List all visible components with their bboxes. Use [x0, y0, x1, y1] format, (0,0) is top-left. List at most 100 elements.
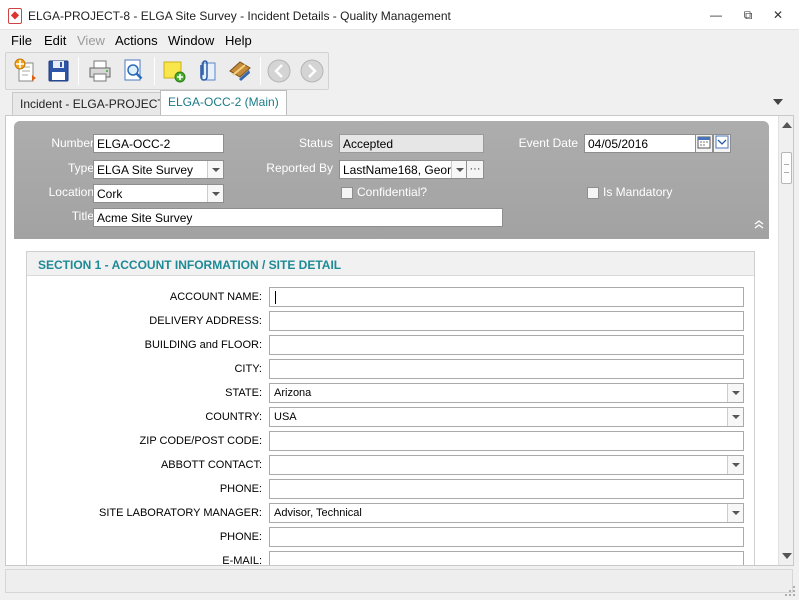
confidential-checkbox[interactable] — [341, 187, 353, 199]
zip-code-input[interactable] — [269, 431, 744, 451]
menu-actions[interactable]: Actions — [115, 33, 158, 48]
manager-phone-input[interactable] — [269, 527, 744, 547]
menu-help[interactable]: Help — [225, 33, 252, 48]
state-chevron-down-icon[interactable] — [727, 384, 743, 402]
event-date-field[interactable]: 04/05/2016 — [584, 134, 697, 153]
menu-edit[interactable]: Edit — [44, 33, 66, 48]
country-select[interactable]: USA — [269, 407, 744, 427]
account-name-input[interactable] — [269, 287, 744, 307]
edit-icon[interactable] — [225, 57, 255, 85]
menu-file[interactable]: File — [11, 33, 32, 48]
reported-by-select[interactable]: LastName168, George — [339, 160, 468, 179]
location-select[interactable]: Cork — [93, 184, 224, 203]
title-label: Title — [71, 209, 94, 223]
mandatory-label: Is Mandatory — [603, 185, 673, 199]
close-button[interactable]: ✕ — [767, 6, 789, 24]
number-label: Number — [51, 136, 94, 150]
back-icon[interactable] — [264, 57, 294, 85]
phone-label: PHONE: — [219, 483, 262, 495]
print-preview-icon[interactable] — [118, 57, 148, 85]
type-chevron-down-icon[interactable] — [207, 161, 223, 178]
toolbar — [5, 52, 329, 90]
building-floor-input[interactable] — [269, 335, 744, 355]
status-panel — [5, 569, 793, 593]
delivery-address-label: DELIVERY ADDRESS: — [149, 315, 262, 327]
location-chevron-down-icon[interactable] — [207, 185, 223, 202]
app-icon: ◆ — [8, 8, 22, 24]
location-value: Cork — [97, 187, 123, 201]
reported-by-label: Reported By — [266, 161, 333, 175]
forward-icon[interactable] — [297, 57, 327, 85]
vertical-scrollbar[interactable] — [778, 116, 793, 565]
reported-by-value: LastName168, George — [343, 163, 465, 177]
tab-occurrence-main[interactable]: ELGA-OCC-2 (Main) — [160, 90, 287, 116]
email-label: E-MAIL: — [222, 555, 262, 566]
phone-input[interactable] — [269, 479, 744, 499]
window-title: ELGA-PROJECT-8 - ELGA Site Survey - Inci… — [28, 9, 451, 23]
menu-window[interactable]: Window — [168, 33, 214, 48]
site-lab-manager-chevron-down-icon[interactable] — [727, 504, 743, 522]
incident-header-panel: Number ELGA-OCC-2 Status Accepted Event … — [14, 121, 769, 239]
state-label: STATE: — [225, 387, 262, 399]
site-lab-manager-value: Advisor, Technical — [274, 507, 362, 519]
print-icon[interactable] — [85, 57, 115, 85]
minimize-button[interactable]: — — [705, 6, 727, 24]
resize-grip-icon[interactable] — [784, 585, 796, 597]
confidential-label: Confidential? — [357, 185, 428, 199]
delivery-address-input[interactable] — [269, 311, 744, 331]
collapse-chevron-up-icon[interactable] — [753, 218, 765, 230]
location-label: Location — [48, 185, 94, 199]
country-chevron-down-icon[interactable] — [727, 408, 743, 426]
email-input[interactable] — [269, 551, 744, 565]
status-bar — [0, 566, 799, 600]
menu-bar: File Edit View Actions Window Help — [0, 30, 799, 52]
abbott-contact-chevron-down-icon[interactable] — [727, 456, 743, 474]
clear-date-icon[interactable] — [713, 134, 731, 153]
text-cursor — [275, 291, 276, 304]
scroll-thumb[interactable] — [781, 152, 792, 184]
menu-view[interactable]: View — [77, 33, 105, 48]
restore-button[interactable]: ⧉ — [737, 6, 759, 24]
mandatory-checkbox[interactable] — [587, 187, 599, 199]
site-lab-manager-label: SITE LABORATORY MANAGER: — [98, 507, 262, 519]
event-date-label: Event Date — [518, 136, 578, 150]
state-value: Arizona — [274, 387, 312, 399]
scroll-up-icon[interactable] — [782, 122, 792, 128]
abbott-contact-label: ABBOTT CONTACT: — [160, 459, 262, 471]
type-label: Type — [67, 161, 94, 175]
reported-by-lookup-button[interactable]: ··· — [466, 160, 484, 179]
type-value: ELGA Site Survey — [97, 163, 194, 177]
title-field[interactable]: Acme Site Survey — [93, 208, 503, 227]
manager-phone-label: PHONE: — [219, 531, 262, 543]
calendar-icon[interactable] — [695, 134, 713, 153]
section-header: SECTION 1 - ACCOUNT INFORMATION / SITE D… — [27, 252, 754, 276]
city-label: CITY: — [234, 363, 262, 375]
content-area: Number ELGA-OCC-2 Status Accepted Event … — [5, 115, 794, 566]
abbott-contact-select[interactable] — [269, 455, 744, 475]
zip-code-label: ZIP CODE/POST CODE: — [139, 435, 262, 447]
status-label: Status — [298, 136, 333, 150]
section-account-information: SECTION 1 - ACCOUNT INFORMATION / SITE D… — [26, 251, 755, 566]
account-name-label: ACCOUNT NAME: — [169, 291, 262, 303]
attach-icon[interactable] — [192, 57, 222, 85]
state-select[interactable]: Arizona — [269, 383, 744, 403]
add-note-icon[interactable] — [159, 57, 189, 85]
number-field[interactable]: ELGA-OCC-2 — [93, 134, 224, 153]
tab-strip: Incident - ELGA-PROJECT-8 ELGA-OCC-2 (Ma… — [0, 90, 799, 116]
scroll-down-icon[interactable] — [782, 553, 792, 559]
type-select[interactable]: ELGA Site Survey — [93, 160, 224, 179]
section-title: SECTION 1 - ACCOUNT INFORMATION / SITE D… — [38, 258, 342, 272]
save-icon[interactable] — [43, 57, 73, 85]
event-date-value: 04/05/2016 — [588, 137, 649, 151]
country-label: COUNTRY: — [205, 411, 262, 423]
site-lab-manager-select[interactable]: Advisor, Technical — [269, 503, 744, 523]
country-value: USA — [274, 411, 297, 423]
title-bar: ◆ ELGA-PROJECT-8 - ELGA Site Survey - In… — [0, 0, 799, 30]
city-input[interactable] — [269, 359, 744, 379]
building-floor-label: BUILDING and FLOOR: — [144, 339, 262, 351]
tab-incident[interactable]: Incident - ELGA-PROJECT-8 — [12, 92, 183, 116]
tab-list-chevron-down-icon[interactable] — [772, 96, 784, 108]
reported-by-chevron-down-icon[interactable] — [451, 161, 467, 178]
new-record-icon[interactable] — [10, 57, 40, 85]
status-field: Accepted — [339, 134, 484, 153]
